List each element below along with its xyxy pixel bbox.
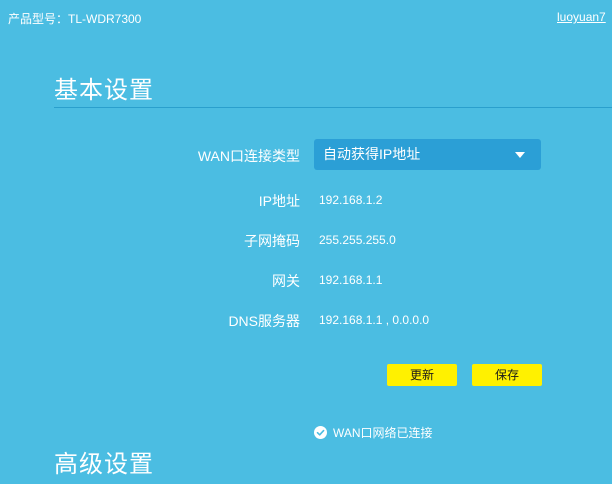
ip-address-value: 192.168.1.2: [319, 193, 383, 207]
wan-status-text: WAN口网络已连接: [333, 426, 433, 440]
wan-type-select[interactable]: 自动获得IP地址: [314, 139, 541, 170]
wan-status: WAN口网络已连接: [314, 424, 433, 441]
save-button[interactable]: 保存: [472, 364, 542, 386]
chevron-down-icon: [515, 152, 525, 158]
user-link[interactable]: luoyuan7: [557, 10, 606, 24]
wan-type-value: 自动获得IP地址: [323, 146, 421, 162]
refresh-button[interactable]: 更新: [387, 364, 457, 386]
wan-type-label: WAN口连接类型: [197, 148, 300, 164]
ip-address-label: IP地址: [258, 193, 300, 209]
basic-settings-title: 基本设置: [54, 77, 154, 104]
advanced-settings-title: 高级设置: [54, 451, 154, 478]
check-circle-icon: [314, 426, 327, 439]
gateway-value: 192.168.1.1: [319, 273, 383, 287]
dns-server-label: DNS服务器: [228, 313, 300, 329]
subnet-mask-value: 255.255.255.0: [319, 233, 396, 247]
dns-server-value: 192.168.1.1 , 0.0.0.0: [319, 313, 430, 327]
subnet-mask-label: 子网掩码: [244, 233, 300, 249]
product-model-label: 产品型号：TL-WDR7300: [8, 12, 142, 26]
basic-settings-divider: [54, 107, 612, 108]
gateway-label: 网关: [272, 273, 300, 289]
